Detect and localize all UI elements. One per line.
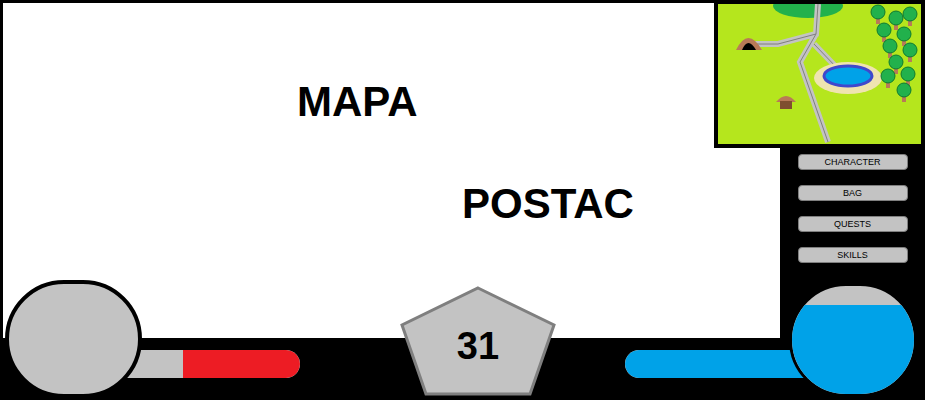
hud: 31	[0, 280, 925, 400]
game-screen: MAPA POSTAC CHARACTER BAG QUESTS SKILLS 31	[0, 0, 925, 400]
mana-bar-fill	[625, 350, 810, 378]
menu-button[interactable]: SKILLS	[798, 247, 908, 263]
map-label: MAPA	[297, 81, 780, 123]
health-bar	[120, 350, 300, 378]
minimap[interactable]	[714, 0, 925, 148]
health-bar-fill	[183, 350, 300, 378]
menu-button[interactable]: QUESTS	[798, 216, 908, 232]
mana-orb-fill	[792, 305, 914, 394]
level-badge: 31	[398, 285, 558, 397]
level-text: 31	[457, 327, 499, 365]
minimap-terrain-icon	[718, 4, 921, 144]
game-view[interactable]: MAPA POSTAC	[3, 3, 780, 338]
mana-bar	[625, 350, 810, 378]
menu-button[interactable]: BAG	[798, 185, 908, 201]
menu-button[interactable]: CHARACTER	[798, 154, 908, 170]
character-label: POSTAC	[462, 183, 780, 225]
mana-orb	[789, 283, 917, 397]
health-orb	[5, 280, 142, 398]
